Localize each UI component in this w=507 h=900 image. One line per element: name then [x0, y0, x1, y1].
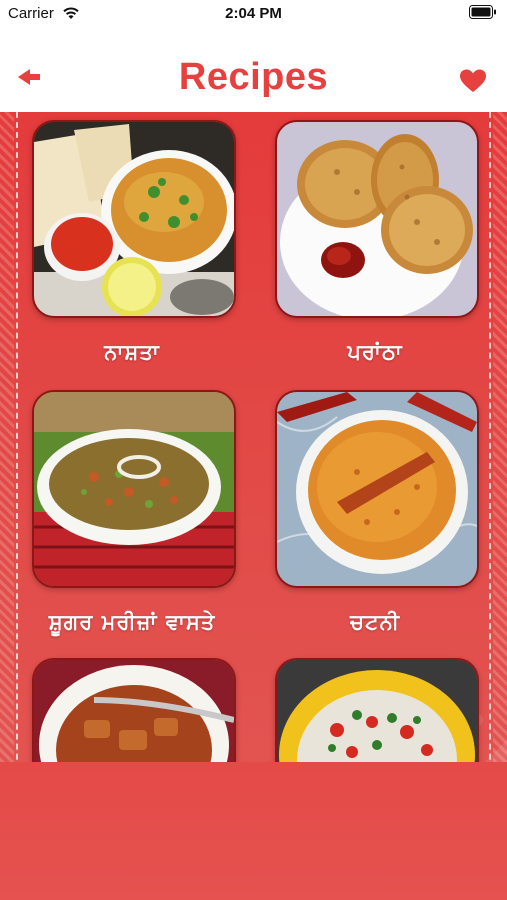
- category-label-diabetic: ਸ਼ੂਗਰ ਮਰੀਜ਼ਾਂ ਵਾਸਤੇ: [48, 610, 216, 634]
- breakfast-photo: [34, 122, 234, 316]
- salad-photo: [277, 660, 477, 766]
- grid-bottom-area: [0, 762, 507, 900]
- battery-icon: [469, 5, 496, 19]
- heart-icon: [460, 69, 486, 92]
- category-card-curry[interactable]: [32, 658, 236, 766]
- paratha-photo: [277, 122, 477, 316]
- category-card-salad[interactable]: [275, 658, 479, 766]
- category-card-chutney[interactable]: [275, 390, 479, 588]
- page-title: Recipes: [178, 56, 329, 98]
- category-card-paratha[interactable]: [275, 120, 479, 318]
- nav-bar: Recipes: [0, 28, 507, 113]
- category-card-breakfast[interactable]: [32, 120, 236, 318]
- diabetic-dish-photo: [34, 392, 234, 586]
- category-card-diabetic[interactable]: [32, 390, 236, 588]
- category-label-breakfast: ਨਾਸ਼ਤਾ: [104, 340, 160, 364]
- category-label-paratha: ਪਰਾਂਠਾ: [347, 340, 403, 364]
- status-bar: Carrier 2:04 PM: [0, 0, 507, 28]
- curry-photo: [34, 660, 234, 766]
- recipe-grid: ਨਾਸ਼ਤਾ ਪਰਾਂਠਾ ਸ਼ੂਗਰ ਮਰੀਜ਼ਾਂ ਵਾਸਤੇ ਚਟਨੀ: [0, 112, 507, 900]
- category-label-chutney: ਚਟਨੀ: [349, 610, 401, 634]
- status-time: 2:04 PM: [225, 5, 282, 22]
- chutney-photo: [277, 392, 477, 586]
- favorites-button[interactable]: [459, 68, 487, 94]
